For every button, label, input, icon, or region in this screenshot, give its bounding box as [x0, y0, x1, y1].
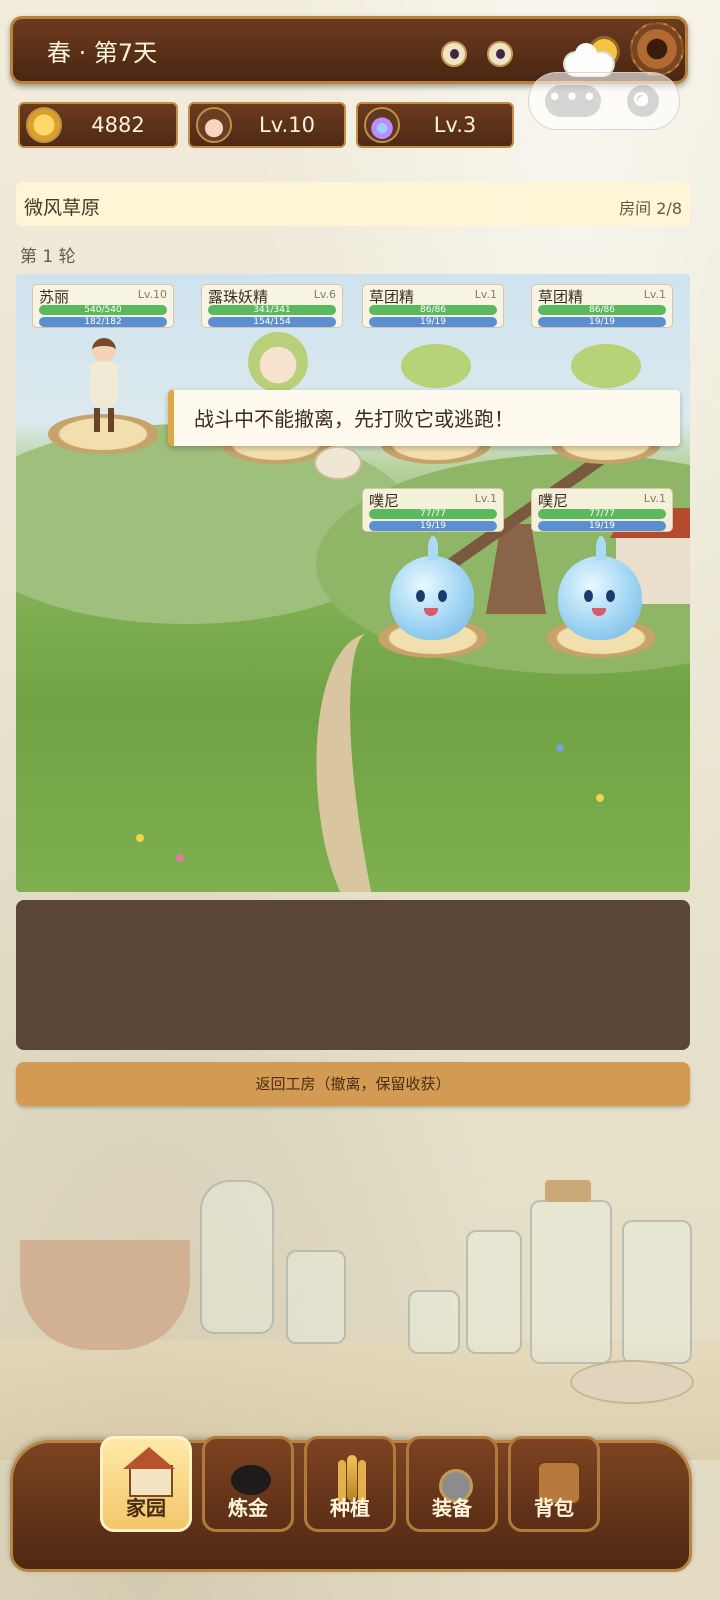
- settings-gear-icon[interactable]: [630, 22, 684, 76]
- coin-value: 4882: [91, 113, 145, 137]
- mp-bar: 19/19: [538, 317, 666, 327]
- room-name: 微风草原: [24, 197, 101, 219]
- flower-decoration: [136, 834, 144, 842]
- mp-bar: 154/154: [208, 317, 336, 327]
- player-level-chip[interactable]: Lv.10: [188, 102, 346, 148]
- coin-icon: [26, 107, 62, 143]
- season-day-title: 春 · 第7天: [47, 39, 158, 67]
- more-menu-icon[interactable]: •••: [545, 85, 601, 117]
- nav-backpack-button[interactable]: 背包: [508, 1436, 600, 1532]
- dirt-path-decoration: [295, 627, 457, 892]
- nav-home-button[interactable]: 家园: [100, 1436, 192, 1532]
- nav-equipment-button[interactable]: 装备: [406, 1436, 498, 1532]
- return-to-workshop-button[interactable]: 返回工房（撤离，保留收获）: [16, 1062, 690, 1106]
- flower-decoration: [596, 794, 604, 802]
- player-level-value: Lv.10: [259, 113, 315, 137]
- round-label: 第 1 轮: [20, 247, 76, 267]
- grass-sprite-sprite[interactable]: [571, 344, 641, 388]
- dewdrop-fairy-sprite[interactable]: [248, 332, 308, 392]
- bowl-decoration: [570, 1360, 694, 1404]
- hp-bar: 77/77: [538, 509, 666, 519]
- unit-name: 苏丽: [39, 288, 70, 306]
- battle-scene: 苏丽 Lv.10 540/540 182/182 露珠妖精 Lv.6 341/3…: [16, 274, 690, 892]
- flower-decoration: [176, 854, 184, 862]
- unit-name: 噗尼: [369, 492, 400, 510]
- heroine-suli-sprite[interactable]: [86, 338, 122, 434]
- crystal-jar-decoration: [622, 1220, 692, 1364]
- party-unit-card[interactable]: 草团精 Lv.1 86/86 19/19: [362, 284, 504, 328]
- coin-counter: 4882: [18, 102, 178, 148]
- unit-level: Lv.6: [313, 288, 336, 301]
- berry-icon[interactable]: [487, 41, 513, 67]
- glass-cup-decoration: [286, 1250, 346, 1344]
- party-unit-card[interactable]: 苏丽 Lv.10 540/540 182/182: [32, 284, 174, 328]
- unit-level: Lv.1: [474, 492, 497, 505]
- unit-name: 露珠妖精: [208, 288, 269, 306]
- unit-level: Lv.10: [137, 288, 167, 301]
- potion-icon: [364, 107, 400, 143]
- hp-bar: 540/540: [39, 305, 167, 315]
- room-progress: 房间 2/8: [619, 199, 682, 218]
- unit-name: 草团精: [538, 288, 584, 306]
- party-unit-card[interactable]: 露珠妖精 Lv.6 341/341 154/154: [201, 284, 343, 328]
- grass-sprite-sprite[interactable]: [401, 344, 471, 388]
- unit-level: Lv.1: [643, 492, 666, 505]
- mp-bar: 19/19: [369, 521, 497, 531]
- unit-name: 噗尼: [538, 492, 569, 510]
- enemy-unit-card[interactable]: 噗尼 Lv.1 77/77 19/19: [362, 488, 504, 532]
- nav-alchemy-button[interactable]: 炼金: [202, 1436, 294, 1532]
- jar-decoration: [466, 1230, 522, 1354]
- berry-icon[interactable]: [441, 41, 467, 67]
- puni-slime-sprite[interactable]: [390, 536, 474, 640]
- battle-log-panel: [16, 900, 690, 1050]
- unit-name: 草团精: [369, 288, 415, 306]
- mp-bar: 182/182: [39, 317, 167, 327]
- party-unit-card[interactable]: 草团精 Lv.1 86/86 19/19: [531, 284, 673, 328]
- nav-label: 家园: [126, 1496, 166, 1520]
- hp-bar: 341/341: [208, 305, 336, 315]
- flower-decoration: [556, 744, 564, 752]
- player-avatar-icon: [196, 107, 232, 143]
- glass-flask-decoration: [200, 1180, 274, 1334]
- battle-toast-message: 战斗中不能撤离，先打败它或逃跑！: [168, 390, 680, 446]
- room-banner: 微风草原 房间 2/8: [16, 182, 690, 226]
- hp-bar: 86/86: [369, 305, 497, 315]
- hp-bar: 77/77: [369, 509, 497, 519]
- cauldron-icon: [231, 1465, 271, 1495]
- enemy-unit-card[interactable]: 噗尼 Lv.1 77/77 19/19: [531, 488, 673, 532]
- mortar-decoration: [20, 1240, 190, 1350]
- small-jar-decoration: [408, 1290, 460, 1354]
- close-miniprogram-icon[interactable]: [627, 85, 659, 117]
- mp-bar: 19/19: [538, 521, 666, 531]
- miniprogram-capsule: •••: [528, 72, 680, 130]
- scroll-icon: [314, 446, 362, 480]
- nav-label: 装备: [432, 1496, 472, 1520]
- nav-label: 炼金: [228, 1496, 268, 1520]
- unit-level: Lv.1: [643, 288, 666, 301]
- mp-bar: 19/19: [369, 317, 497, 327]
- nav-farming-button[interactable]: 种植: [304, 1436, 396, 1532]
- nav-label: 背包: [534, 1496, 574, 1520]
- alchemy-level-chip[interactable]: Lv.3: [356, 102, 514, 148]
- nav-label: 种植: [330, 1496, 370, 1520]
- herb-jar-decoration: [530, 1200, 612, 1364]
- alchemy-level-value: Lv.3: [433, 113, 477, 137]
- unit-level: Lv.1: [474, 288, 497, 301]
- puni-slime-sprite[interactable]: [558, 536, 642, 640]
- cork-decoration: [545, 1180, 591, 1202]
- hp-bar: 86/86: [538, 305, 666, 315]
